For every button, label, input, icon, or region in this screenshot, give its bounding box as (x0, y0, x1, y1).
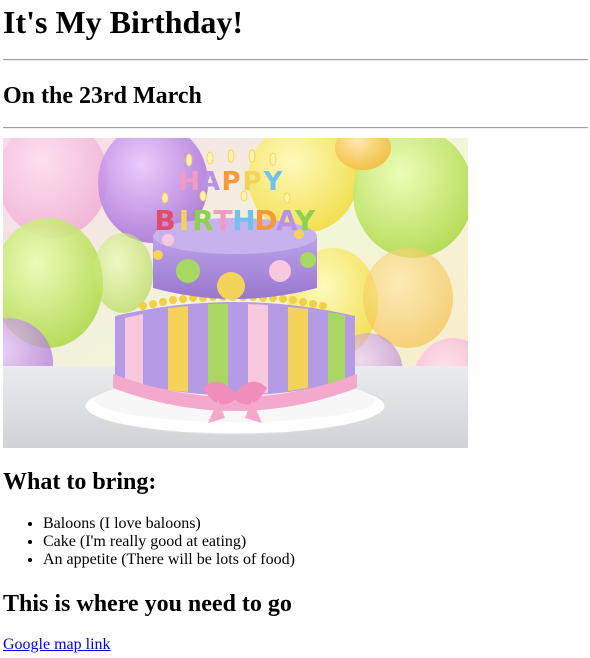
google-map-link[interactable]: Google map link (3, 636, 111, 654)
directions-heading: This is where you need to go (3, 591, 292, 617)
birthday-cake-image: H A P P Y B I R T H D A Y (3, 138, 468, 448)
svg-text:D: D (254, 204, 277, 237)
date-heading: On the 23rd March (3, 83, 202, 109)
divider-bottom (3, 127, 588, 129)
divider-top (3, 59, 588, 61)
svg-text:Y: Y (263, 167, 284, 197)
svg-text:P: P (221, 167, 240, 197)
svg-text:T: T (213, 204, 232, 237)
bring-list: Baloons (I love baloons) Cake (I'm reall… (3, 515, 295, 569)
svg-text:B: B (154, 204, 175, 237)
svg-text:H: H (232, 204, 255, 237)
list-item: Cake (I'm really good at eating) (43, 533, 295, 551)
svg-text:H: H (178, 167, 200, 197)
what-to-bring-heading: What to bring: (3, 469, 157, 495)
list-item: An appetite (There will be lots of food) (43, 551, 295, 569)
svg-text:Y: Y (294, 204, 316, 237)
page-title: It's My Birthday! (3, 4, 243, 40)
svg-text:I: I (179, 204, 189, 237)
svg-text:R: R (192, 204, 214, 237)
list-item: Baloons (I love baloons) (43, 515, 295, 533)
